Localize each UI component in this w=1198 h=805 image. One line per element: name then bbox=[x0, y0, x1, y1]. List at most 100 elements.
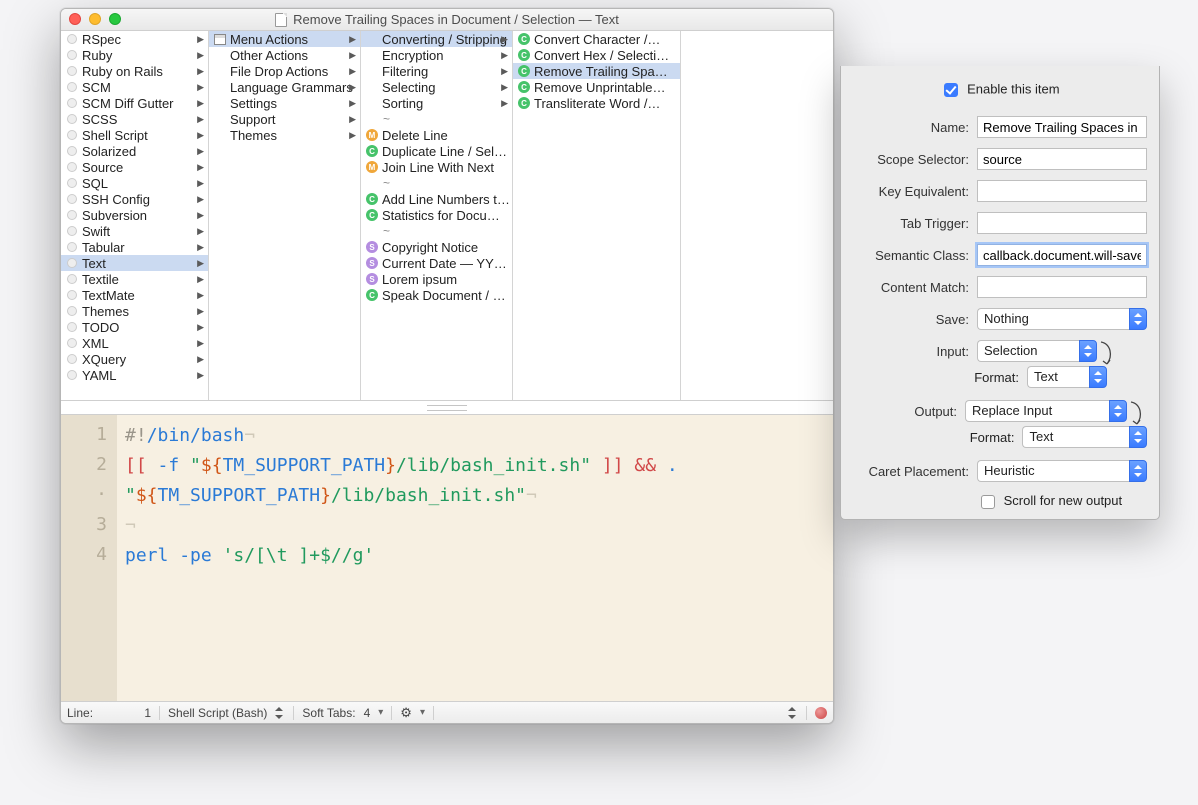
content-match-field[interactable] bbox=[977, 276, 1147, 298]
action-item[interactable]: Selecting▶ bbox=[361, 79, 512, 95]
action-item[interactable]: CDuplicate Line / Sele… bbox=[361, 143, 512, 159]
action-item[interactable]: Converting / Stripping▶ bbox=[361, 31, 512, 47]
section-item[interactable]: Other Actions▶ bbox=[209, 47, 360, 63]
input-format-select[interactable]: Text bbox=[1027, 366, 1107, 388]
bundle-item[interactable]: Swift▶ bbox=[61, 223, 208, 239]
action-item[interactable]: SLorem ipsum bbox=[361, 271, 512, 287]
section-item[interactable]: Themes▶ bbox=[209, 127, 360, 143]
input-select[interactable]: Selection bbox=[977, 340, 1097, 362]
action-item[interactable]: Encryption▶ bbox=[361, 47, 512, 63]
chevron-right-icon: ▶ bbox=[349, 114, 356, 125]
bundle-item[interactable]: Tabular▶ bbox=[61, 239, 208, 255]
bundle-item[interactable]: Subversion▶ bbox=[61, 207, 208, 223]
command-item[interactable]: CConvert Character /… bbox=[513, 31, 680, 47]
bundle-item[interactable]: SSH Config▶ bbox=[61, 191, 208, 207]
bundle-item[interactable]: SCSS▶ bbox=[61, 111, 208, 127]
action-item[interactable]: CSpeak Document / S… bbox=[361, 287, 512, 303]
section-item[interactable]: Menu Actions▶ bbox=[209, 31, 360, 47]
sections-list[interactable]: Menu Actions▶Other Actions▶File Drop Act… bbox=[209, 31, 360, 400]
split-drag-handle[interactable] bbox=[61, 401, 833, 415]
action-item[interactable]: C Statistics for Docum… bbox=[361, 207, 512, 223]
bundle-item[interactable]: Shell Script▶ bbox=[61, 127, 208, 143]
action-item-label: Duplicate Line / Sele… bbox=[382, 144, 510, 159]
actions-list[interactable]: Converting / Stripping▶Encryption▶Filter… bbox=[361, 31, 512, 400]
bundle-item[interactable]: Ruby▶ bbox=[61, 47, 208, 63]
bundle-item-label: SCSS bbox=[82, 112, 206, 127]
output-select[interactable]: Replace Input bbox=[965, 400, 1127, 422]
bundle-item[interactable]: SCM▶ bbox=[61, 79, 208, 95]
action-item[interactable]: SCopyright Notice bbox=[361, 239, 512, 255]
command-icon: C bbox=[518, 49, 530, 61]
action-item[interactable]: SCurrent Date — YYY… bbox=[361, 255, 512, 271]
output-format-select[interactable]: Text bbox=[1022, 426, 1147, 448]
bundle-item[interactable]: XQuery▶ bbox=[61, 351, 208, 367]
status-softtabs-value[interactable]: 4 bbox=[364, 706, 371, 720]
actions-column: Converting / Stripping▶Encryption▶Filter… bbox=[361, 31, 513, 400]
command-item[interactable]: CTransliterate Word /… bbox=[513, 95, 680, 111]
bundles-list[interactable]: RSpec▶Ruby▶Ruby on Rails▶SCM▶SCM Diff Gu… bbox=[61, 31, 208, 400]
commands-list[interactable]: CConvert Character /…CConvert Hex / Sele… bbox=[513, 31, 680, 400]
caret-placement-select[interactable]: Heuristic bbox=[977, 460, 1147, 482]
titlebar[interactable]: Remove Trailing Spaces in Document / Sel… bbox=[61, 9, 833, 31]
chevron-updown-icon[interactable] bbox=[1129, 426, 1147, 448]
minimize-icon[interactable] bbox=[89, 13, 101, 25]
chevron-updown-icon[interactable] bbox=[1109, 400, 1127, 422]
name-field[interactable] bbox=[977, 116, 1147, 138]
action-item[interactable]: MDelete Line bbox=[361, 127, 512, 143]
command-item[interactable]: CRemove Unprintable… bbox=[513, 79, 680, 95]
stop-icon[interactable] bbox=[815, 707, 827, 719]
field-label-output: Output: bbox=[853, 404, 965, 419]
bundle-item[interactable]: XML▶ bbox=[61, 335, 208, 351]
scroll-output-checkbox[interactable]: Scroll for new output bbox=[977, 493, 1122, 508]
bundle-item[interactable]: TODO▶ bbox=[61, 319, 208, 335]
bundle-item-label: Tabular bbox=[82, 240, 206, 255]
chevron-updown-icon[interactable] bbox=[1079, 340, 1097, 362]
editor[interactable]: 12·34 #!/bin/bash¬[[ -f "${TM_SUPPORT_PA… bbox=[61, 415, 833, 701]
editor-code[interactable]: #!/bin/bash¬[[ -f "${TM_SUPPORT_PATH}/li… bbox=[117, 415, 833, 701]
bundle-item[interactable]: Themes▶ bbox=[61, 303, 208, 319]
chevron-updown-icon[interactable] bbox=[1129, 460, 1147, 482]
bundle-item[interactable]: Textile▶ bbox=[61, 271, 208, 287]
history-stepper-icon[interactable] bbox=[788, 706, 798, 720]
grammar-stepper-icon[interactable] bbox=[275, 706, 285, 720]
command-item[interactable]: CRemove Trailing Spa… bbox=[513, 63, 680, 79]
action-item[interactable]: Sorting▶ bbox=[361, 95, 512, 111]
command-item[interactable]: CConvert Hex / Selecti… bbox=[513, 47, 680, 63]
chevron-right-icon: ▶ bbox=[501, 50, 508, 61]
section-item[interactable]: Language Grammars▶ bbox=[209, 79, 360, 95]
chevron-right-icon: ▶ bbox=[501, 82, 508, 93]
bundle-item[interactable]: Ruby on Rails▶ bbox=[61, 63, 208, 79]
bundle-item[interactable]: SCM Diff Gutter▶ bbox=[61, 95, 208, 111]
save-select[interactable]: Nothing bbox=[977, 308, 1147, 330]
bundle-item[interactable]: YAML▶ bbox=[61, 367, 208, 383]
action-item[interactable]: MJoin Line With Next bbox=[361, 159, 512, 175]
bundle-item[interactable]: Text▶ bbox=[61, 255, 208, 271]
key-equivalent-field[interactable] bbox=[977, 180, 1147, 202]
chevron-updown-icon[interactable] bbox=[1129, 308, 1147, 330]
bundle-item[interactable]: TextMate▶ bbox=[61, 287, 208, 303]
status-grammar[interactable]: Shell Script (Bash) bbox=[168, 706, 267, 720]
scope-selector-field[interactable] bbox=[977, 148, 1147, 170]
command-icon: C bbox=[366, 209, 378, 221]
section-item[interactable]: File Drop Actions▶ bbox=[209, 63, 360, 79]
bundle-item[interactable]: RSpec▶ bbox=[61, 31, 208, 47]
section-item[interactable]: Settings▶ bbox=[209, 95, 360, 111]
tab-trigger-field[interactable] bbox=[977, 212, 1147, 234]
section-item-label: Support bbox=[230, 112, 358, 127]
bundle-item[interactable]: SQL▶ bbox=[61, 175, 208, 191]
section-item[interactable]: Support▶ bbox=[209, 111, 360, 127]
enable-item-checkbox[interactable]: Enable this item bbox=[940, 80, 1059, 100]
semantic-class-field[interactable] bbox=[977, 244, 1147, 266]
chevron-updown-icon[interactable] bbox=[1089, 366, 1107, 388]
bundle-item[interactable]: Source▶ bbox=[61, 159, 208, 175]
action-item[interactable]: Filtering▶ bbox=[361, 63, 512, 79]
gear-icon[interactable]: ⚙︎ bbox=[400, 705, 412, 721]
zoom-icon[interactable] bbox=[109, 13, 121, 25]
action-item[interactable]: CAdd Line Numbers to… bbox=[361, 191, 512, 207]
close-icon[interactable] bbox=[69, 13, 81, 25]
chevron-right-icon: ▶ bbox=[197, 210, 204, 221]
action-item-label: Statistics for Docum… bbox=[382, 208, 510, 223]
output-format-value: Text bbox=[1022, 426, 1129, 448]
command-icon: C bbox=[366, 289, 378, 301]
bundle-item[interactable]: Solarized▶ bbox=[61, 143, 208, 159]
